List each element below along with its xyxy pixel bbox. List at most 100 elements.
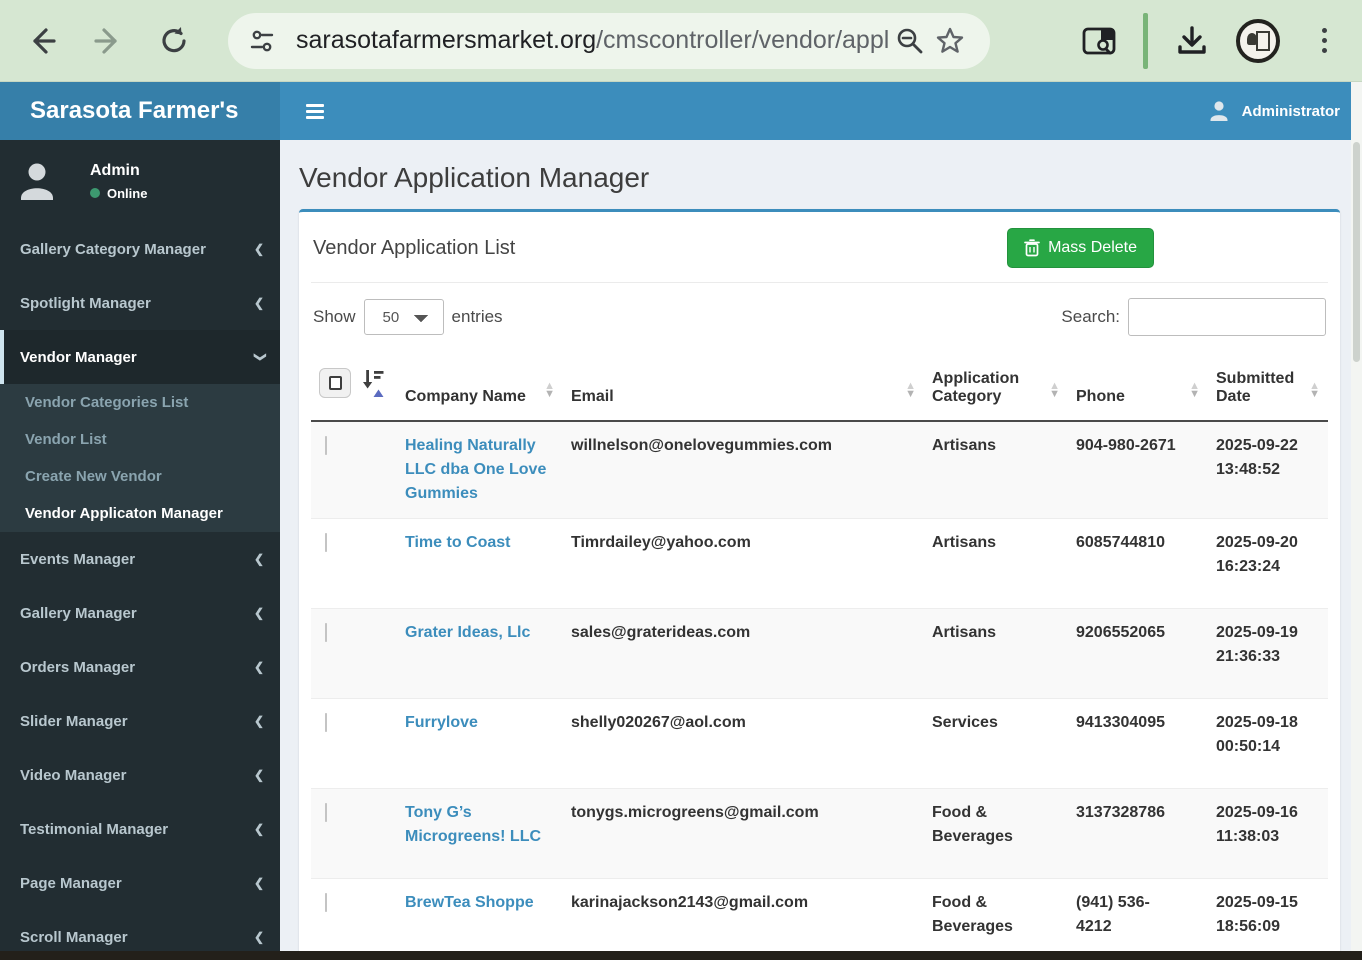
phone-cell: 9413304095 [1068, 699, 1208, 789]
company-link[interactable]: Healing Naturally LLC dba One Love Gummi… [405, 437, 546, 502]
vendor-manager-submenu: Vendor Categories List Vendor List Creat… [0, 384, 280, 532]
column-header-email[interactable]: Email▲▼ [563, 349, 924, 421]
mass-delete-label: Mass Delete [1048, 239, 1137, 257]
sidebar-user-status: Online [107, 186, 147, 201]
scrollbar-thumb[interactable] [1353, 142, 1360, 362]
submitted-date-cell: 2025-09-18 00:50:14 [1208, 699, 1328, 789]
category-cell: Services [924, 699, 1068, 789]
company-link[interactable]: Tony G’s Microgreens! LLC [405, 804, 541, 845]
bookmark-star-icon[interactable] [930, 21, 970, 61]
zoom-out-icon[interactable] [890, 21, 930, 61]
chevron-left-icon: ❮ [254, 242, 264, 256]
reload-icon[interactable] [154, 21, 194, 61]
sidebar-item-vendor-categories-list[interactable]: Vendor Categories List [0, 384, 280, 421]
chevron-left-icon: ❮ [254, 660, 264, 674]
category-cell: Artisans [924, 519, 1068, 609]
category-cell: Artisans [924, 609, 1068, 699]
sidebar-item-spotlight-manager[interactable]: Spotlight Manager❮ [0, 276, 280, 330]
row-checkbox[interactable] [325, 533, 327, 552]
sort-active-icon [363, 368, 386, 398]
submitted-date-cell: 2025-09-22 13:48:52 [1208, 421, 1328, 519]
row-checkbox[interactable] [325, 436, 327, 455]
entries-label: entries [452, 307, 503, 327]
row-checkbox[interactable] [325, 623, 327, 642]
hamburger-menu-icon[interactable] [298, 96, 332, 127]
sidebar-item-orders-manager[interactable]: Orders Manager❮ [0, 640, 280, 694]
column-header-submitted-date[interactable]: Submitted Date▲▼ [1208, 349, 1328, 421]
table-row: Tony G’s Microgreens! LLC tonygs.microgr… [311, 789, 1328, 879]
site-settings-icon[interactable] [242, 21, 282, 61]
download-icon[interactable] [1172, 21, 1212, 61]
submitted-date-cell: 2025-09-16 11:38:03 [1208, 789, 1328, 879]
app-header: Sarasota Farmer's Administrator [0, 82, 1362, 140]
chevron-left-icon: ❮ [254, 552, 264, 566]
sidebar: Admin Online Gallery Category Manager❮ S… [0, 140, 280, 960]
user-avatar-icon [14, 158, 60, 204]
mass-delete-button[interactable]: Mass Delete [1007, 228, 1154, 268]
sidebar-item-vendor-manager[interactable]: Vendor Manager❮ [0, 330, 280, 384]
sort-icon: ▲▼ [1309, 382, 1320, 398]
vendor-application-table: Company Name▲▼ Email▲▼ Application Categ… [311, 349, 1328, 960]
email-cell: tonygs.microgreens@gmail.com [563, 789, 924, 879]
card-title: Vendor Application List [313, 237, 515, 260]
sidebar-item-gallery-manager[interactable]: Gallery Manager❮ [0, 586, 280, 640]
sidebar-item-gallery-category-manager[interactable]: Gallery Category Manager❮ [0, 222, 280, 276]
company-link[interactable]: Furrylove [405, 714, 478, 731]
sidebar-item-page-manager[interactable]: Page Manager❮ [0, 856, 280, 910]
submitted-date-cell: 2025-09-15 18:56:09 [1208, 879, 1328, 960]
table-row: BrewTea Shoppe karinajackson2143@gmail.c… [311, 879, 1328, 960]
search-label: Search: [1061, 307, 1120, 327]
column-header-phone[interactable]: Phone▲▼ [1068, 349, 1208, 421]
sidebar-item-events-manager[interactable]: Events Manager❮ [0, 532, 280, 586]
forward-arrow-icon[interactable] [88, 21, 128, 61]
category-cell: Food & Beverages [924, 789, 1068, 879]
row-checkbox[interactable] [325, 803, 327, 822]
sidebar-item-video-manager[interactable]: Video Manager❮ [0, 748, 280, 802]
sidebar-user-name: Admin [90, 162, 147, 180]
sidebar-item-testimonial-manager[interactable]: Testimonial Manager❮ [0, 802, 280, 856]
url-text[interactable]: sarasotafarmersmarket.org/cmscontroller/… [296, 26, 890, 55]
sidebar-menu: Gallery Category Manager❮ Spotlight Mana… [0, 222, 280, 384]
column-header-application-category[interactable]: Application Category▲▼ [924, 349, 1068, 421]
phone-cell: 904-980-2671 [1068, 421, 1208, 519]
content-area: Vendor Application Manager Vendor Applic… [280, 140, 1362, 960]
trash-icon [1024, 239, 1040, 257]
company-link[interactable]: BrewTea Shoppe [405, 894, 534, 911]
show-label: Show [313, 307, 356, 327]
extension-separator [1143, 13, 1148, 69]
sort-icon: ▲▼ [905, 382, 916, 398]
chevron-left-icon: ❮ [254, 822, 264, 836]
sidebar-item-slider-manager[interactable]: Slider Manager❮ [0, 694, 280, 748]
side-panel-search-icon[interactable] [1079, 21, 1119, 61]
category-cell: Food & Beverages [924, 879, 1068, 960]
sidebar-item-vendor-application-manager[interactable]: Vendor Applicaton Manager [0, 495, 280, 532]
submitted-date-cell: 2025-09-19 21:36:33 [1208, 609, 1328, 699]
vendor-application-card: Vendor Application List Mass Delete Show… [299, 209, 1340, 960]
chevron-left-icon: ❮ [254, 930, 264, 944]
email-cell: sales@graterideas.com [563, 609, 924, 699]
sidebar-item-create-new-vendor[interactable]: Create New Vendor [0, 458, 280, 495]
company-link[interactable]: Grater Ideas, Llc [405, 624, 530, 641]
admin-user-menu[interactable]: Administrator [1206, 98, 1340, 124]
sort-icon: ▲▼ [544, 382, 555, 398]
brand-logo[interactable]: Sarasota Farmer's [0, 82, 280, 140]
search-input[interactable] [1128, 298, 1326, 336]
sidebar-item-vendor-list[interactable]: Vendor List [0, 421, 280, 458]
select-all-checkbox[interactable] [319, 368, 351, 398]
url-path: /cmscontroller/vendor/appl... [596, 26, 890, 54]
page-size-select[interactable]: 50 [364, 299, 444, 335]
page-scrollbar[interactable] [1351, 82, 1362, 960]
email-cell: shelly020267@aol.com [563, 699, 924, 789]
online-status-dot [90, 188, 100, 198]
row-checkbox[interactable] [325, 893, 327, 912]
column-header-select-all[interactable] [311, 349, 397, 421]
admin-user-label: Administrator [1242, 103, 1340, 120]
profile-avatar-icon[interactable] [1236, 19, 1280, 63]
column-header-company-name[interactable]: Company Name▲▼ [397, 349, 563, 421]
address-bar[interactable]: sarasotafarmersmarket.org/cmscontroller/… [228, 13, 990, 69]
menu-dots-icon[interactable] [1304, 21, 1344, 61]
company-link[interactable]: Time to Coast [405, 534, 511, 551]
email-cell: Timrdailey@yahoo.com [563, 519, 924, 609]
row-checkbox[interactable] [325, 713, 327, 732]
back-arrow-icon[interactable] [22, 21, 62, 61]
